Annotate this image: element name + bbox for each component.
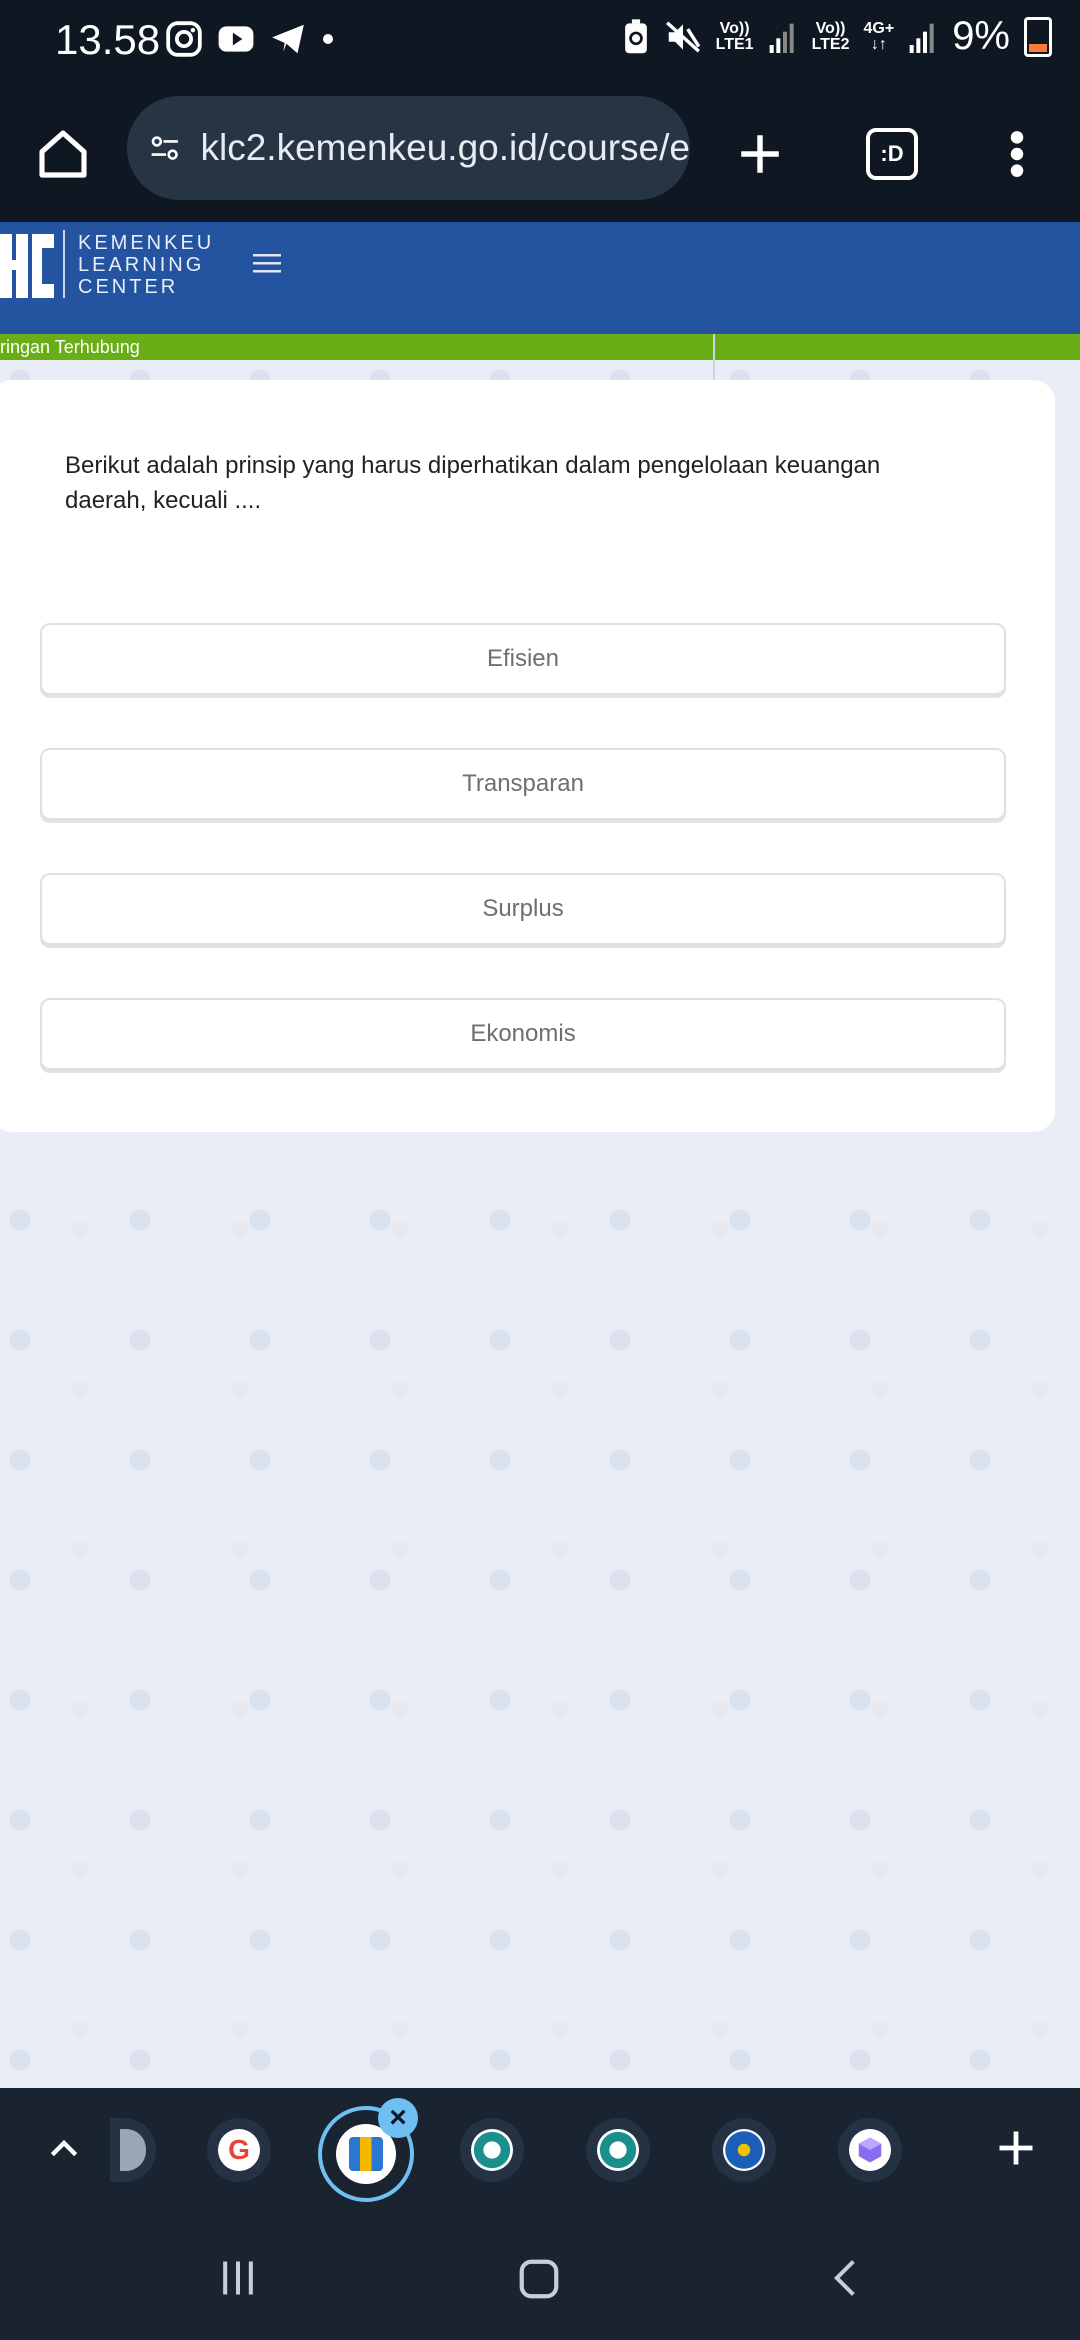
new-tab-button[interactable] <box>726 120 794 188</box>
tab-switcher-button[interactable]: :D <box>858 120 926 188</box>
tab-partial[interactable] <box>110 2118 156 2182</box>
youtube-icon <box>218 26 254 52</box>
more-notifications-dot-icon <box>323 34 333 44</box>
tab-kemendikbud[interactable] <box>712 2118 776 2182</box>
kemendikbud-icon <box>723 2129 765 2171</box>
browser-toolbar: klc2.kemenkeu.go.id/course/e :D <box>0 84 1080 222</box>
address-bar[interactable]: klc2.kemenkeu.go.id/course/e <box>127 96 690 200</box>
answer-option-1[interactable]: Efisien <box>40 623 1006 695</box>
recents-button[interactable] <box>216 2256 260 2305</box>
home-square-icon <box>519 2259 559 2299</box>
home-button[interactable] <box>29 120 97 188</box>
telegram-icon <box>272 24 304 54</box>
tab-hexagon-app[interactable] <box>838 2118 902 2182</box>
tab-switcher-icon: :D <box>866 128 918 180</box>
question-text: Berikut adalah prinsip yang harus diperh… <box>65 452 881 514</box>
status-time: 13.58 <box>55 16 161 63</box>
more-vert-icon <box>1010 131 1024 177</box>
expand-tabs-button[interactable] <box>44 2128 84 2173</box>
menu-icon <box>253 254 281 273</box>
site-logo-text[interactable]: KEMENKEU LEARNING CENTER <box>78 232 214 298</box>
google-icon: G <box>218 2129 260 2171</box>
partial-tab-icon <box>120 2129 146 2171</box>
mute-icon <box>665 20 700 53</box>
sim2-indicator: Vo)) LTE2 <box>811 19 850 53</box>
instagram-icon <box>166 21 202 57</box>
status-bar: 13.58 Vo)) LTE1 Vo)) LTE2 4G+ ↓↑ 9% <box>0 0 1080 84</box>
header-divider <box>713 334 715 380</box>
browser-tab-bar: G × <box>0 2088 1080 2216</box>
klc-logo-icon[interactable] <box>0 234 56 298</box>
status-right: Vo)) LTE1 Vo)) LTE2 4G+ ↓↑ 9% <box>622 14 1052 59</box>
battery-percent: 9% <box>952 14 1010 58</box>
back-button[interactable] <box>824 2256 868 2305</box>
tab-google[interactable]: G <box>207 2118 271 2182</box>
system-navigation-bar <box>0 2216 1080 2340</box>
recents-icon <box>223 2261 253 2295</box>
connection-status-bar: ringan Terhubung <box>0 334 1080 360</box>
sim1-indicator: Vo)) LTE1 <box>715 19 754 53</box>
plus-icon <box>741 135 779 173</box>
battery-saver-icon <box>624 18 647 53</box>
signal-icon <box>769 23 794 53</box>
system-home-button[interactable] <box>516 2256 562 2307</box>
answer-option-4[interactable]: Ekonomis <box>40 998 1006 1070</box>
hamburger-menu-button[interactable] <box>253 252 281 279</box>
connection-status-text: ringan Terhubung <box>0 337 140 357</box>
home-icon <box>39 130 87 178</box>
battery-icon <box>1024 16 1052 57</box>
close-icon: × <box>389 2101 407 2134</box>
answer-option-2[interactable]: Transparan <box>40 748 1006 820</box>
question-card: Berikut adalah prinsip yang harus diperh… <box>0 380 1055 1132</box>
plus-icon <box>999 2131 1033 2165</box>
signal-icon <box>909 23 934 53</box>
hexagon-app-icon <box>849 2129 891 2171</box>
chevron-left-icon <box>833 2260 855 2296</box>
tab-circular-2[interactable] <box>586 2118 650 2182</box>
site-settings-icon[interactable] <box>149 126 181 170</box>
network-type-indicator: 4G+ ↓↑ <box>863 19 895 53</box>
circular-logo-icon <box>471 2129 513 2171</box>
chevron-up-icon <box>50 2139 78 2157</box>
browser-menu-button[interactable] <box>983 120 1051 188</box>
tab-circular-1[interactable] <box>460 2118 524 2182</box>
notification-icons <box>165 20 335 58</box>
add-tab-button[interactable] <box>994 2126 1038 2175</box>
logo-divider <box>63 230 65 298</box>
url-text: klc2.kemenkeu.go.id/course/e <box>200 127 691 168</box>
site-header: KEMENKEU LEARNING CENTER <box>0 222 1080 334</box>
close-tab-button[interactable]: × <box>378 2098 418 2138</box>
answer-option-3[interactable]: Surplus <box>40 873 1006 945</box>
circular-logo-icon <box>597 2129 639 2171</box>
